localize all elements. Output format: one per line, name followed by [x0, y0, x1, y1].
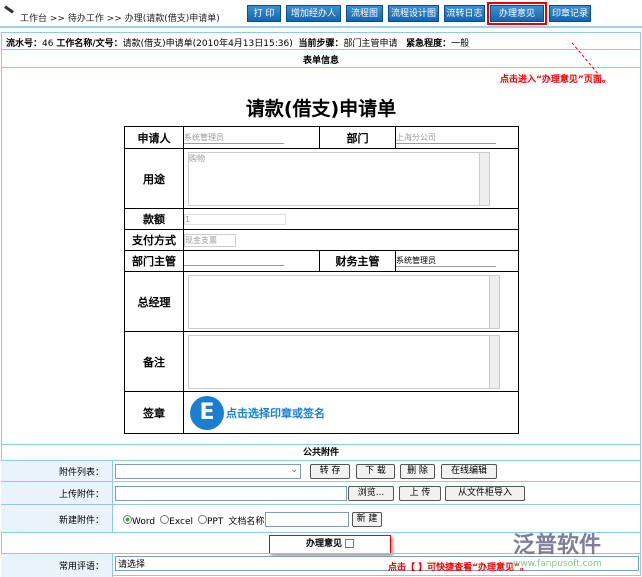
seal-text: 点击选择印章或签名: [226, 406, 325, 420]
attach-section-title: 公共附件: [1, 444, 641, 461]
comment-label: 常用评语：: [1, 554, 113, 577]
watermark-logo: 泛普软件 www.fanpusoft.com: [513, 533, 602, 569]
sep: >>: [49, 14, 65, 24]
delete-button[interactable]: 删 除: [400, 464, 435, 479]
scrollbar[interactable]: [489, 335, 499, 388]
purpose-value: 购物: [189, 153, 205, 163]
scrollbar[interactable]: [489, 275, 499, 328]
finance-field[interactable]: 系统管理员: [396, 255, 496, 267]
gm-textarea[interactable]: [188, 274, 500, 329]
opinion-button[interactable]: 办理意见: [487, 2, 547, 25]
remark-label: 备注: [124, 331, 184, 392]
scrollbar[interactable]: [479, 152, 489, 205]
create-button[interactable]: 新 建: [352, 512, 382, 527]
attach-list-select[interactable]: ⌄: [115, 464, 301, 479]
payment-label: 支付方式: [124, 229, 184, 251]
breadcrumb: 工作台 >> 待办工作 >> 办理(请款(借支)申请单): [20, 11, 220, 24]
gm-label: 总经理: [124, 271, 184, 332]
seal-label: 签章: [124, 391, 184, 434]
info-row: 流水号：46 工作名称/文号：请款(借支)申请单(2010年4月13日15:36…: [6, 36, 470, 50]
upload-label: 上传附件：: [1, 482, 113, 505]
breadcrumb-todo[interactable]: 待办工作: [68, 14, 104, 24]
upload-input[interactable]: [115, 486, 347, 501]
form-section-title: 表单信息: [302, 56, 339, 66]
add-handler-button[interactable]: 增加经办人: [286, 5, 341, 22]
form-title: 请款(借支)申请单: [245, 98, 397, 120]
manager-field[interactable]: [184, 255, 284, 266]
seal-record-button[interactable]: 印章记录: [549, 5, 591, 22]
urgency: 一般: [451, 39, 470, 49]
request-form: 申请人 系统管理员 部门 上海分公司 用途 购物 款额 1 支付方式 现金支票 部门主管 财务…: [124, 126, 519, 434]
applicant-label: 申请人: [124, 126, 184, 149]
import-button[interactable]: 从文件柜导入: [445, 486, 525, 501]
print-button[interactable]: 打 印: [247, 5, 281, 22]
payment-select[interactable]: 现金支票: [184, 233, 236, 247]
breadcrumb-home[interactable]: 工作台: [20, 14, 47, 24]
opinion-label: 办理意见: [306, 539, 343, 549]
upload-button[interactable]: 上 传: [399, 486, 441, 501]
annotation-bottom: 点击【 】可快捷查看“办理意见”。: [388, 563, 529, 573]
purpose-textarea[interactable]: 购物: [188, 151, 490, 206]
docname-input[interactable]: [265, 512, 349, 527]
divider: [1, 49, 641, 50]
divider: [1, 67, 641, 68]
serial: 46: [42, 39, 54, 49]
step-label: 当前步骤：: [298, 39, 344, 49]
flowchart-button[interactable]: 流程图: [346, 5, 383, 22]
new-attach-label: 新建附件：: [1, 505, 113, 533]
chevron-down-icon: ⌄: [290, 465, 298, 475]
dept-field[interactable]: 上海分公司: [396, 132, 496, 144]
amount-field[interactable]: 1: [184, 213, 286, 225]
breadcrumb-current: 办理(请款(借支)申请单): [124, 14, 220, 24]
dept-label: 部门: [319, 126, 396, 149]
finance-label: 财务主管: [319, 250, 396, 272]
step: 部门主管申请: [343, 39, 398, 49]
upload-row: 上传附件： 浏览... 上 传 从文件柜导入: [1, 481, 641, 505]
amount-label: 款额: [124, 208, 184, 230]
name-label: 工作名称/文号：: [56, 39, 123, 49]
purpose-label: 用途: [124, 148, 184, 209]
header-divider: [0, 26, 642, 28]
urgency-label: 紧急程度：: [406, 39, 452, 49]
online-edit-button[interactable]: 在线编辑: [441, 464, 497, 479]
annotation-top: 点击进入“办理意见”页面。: [500, 75, 611, 85]
attach-list-label: 附件列表：: [1, 461, 113, 482]
manager-label: 部门主管: [124, 250, 184, 272]
checkbox[interactable]: [344, 539, 354, 548]
attach-list-row: 附件列表： ⌄ 转 存 下 载 删 除 在线编辑: [1, 460, 641, 482]
remark-textarea[interactable]: [188, 334, 500, 389]
comment-value: 请选择: [118, 560, 146, 570]
type-radios: Word Excel PPT 文档名称：: [123, 514, 273, 527]
radio-word[interactable]: Word: [123, 514, 155, 527]
pen-icon: [4, 5, 14, 14]
seal-select[interactable]: E 点击选择印章或签名: [184, 395, 518, 430]
browse-button[interactable]: 浏览...: [348, 486, 394, 501]
opinion-toggle[interactable]: 办理意见: [269, 535, 391, 554]
flow-log-button[interactable]: 流转日志: [444, 5, 485, 22]
radio-ppt[interactable]: PPT: [197, 514, 223, 527]
radio-excel[interactable]: Excel: [160, 514, 193, 527]
save-as-button[interactable]: 转 存: [310, 464, 350, 479]
serial-label: 流水号：: [6, 39, 43, 49]
download-button[interactable]: 下 载: [356, 464, 395, 479]
sep: >>: [106, 14, 122, 24]
flow-design-button[interactable]: 流程设计图: [388, 5, 439, 22]
seal-e-icon: E: [190, 395, 224, 430]
applicant-field[interactable]: 系统管理员: [184, 132, 284, 144]
